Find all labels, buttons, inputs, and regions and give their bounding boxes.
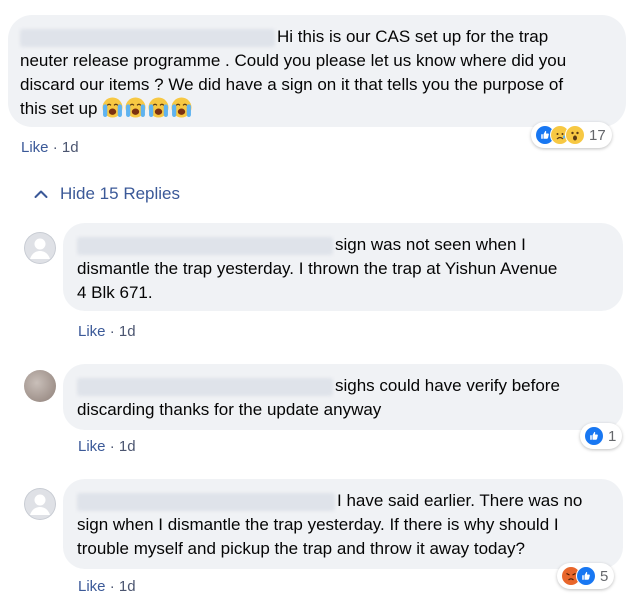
avatar[interactable] [24,232,56,264]
comment-actions: Like · 1d [21,139,79,156]
separator-dot: · [109,438,119,455]
crying-emoji-group [102,99,194,118]
like-button[interactable]: Like [78,578,106,595]
crying-face-icon [171,97,192,118]
hide-replies-toggle[interactable]: Hide 15 Replies [34,184,180,204]
reply-line-2: discarding thanks for the update anyway [77,400,382,419]
default-avatar-icon [24,488,56,520]
reply-time[interactable]: 1d [119,438,136,455]
reply-line-2: sign when I dismantle the trap yesterday… [77,515,559,534]
reply-line-2: dismantle the trap yesterday. I thrown t… [77,259,558,278]
reply-line-3: 4 Blk 671. [77,283,153,302]
like-button[interactable]: Like [21,139,49,156]
reply-bubble: sign was not seen when I dismantle the t… [63,223,623,311]
separator-dot: · [109,578,119,595]
author-name-redacted[interactable] [77,236,333,255]
hide-replies-label: Hide 15 Replies [60,184,181,203]
like-button[interactable]: Like [78,323,106,340]
comment-line-4: this set up [20,97,620,121]
comment-reactions[interactable]: 17 [531,122,612,148]
reply-actions: Like · 1d [78,438,136,455]
comment-line-1: Hi this is our CAS set up for the trap [20,25,620,49]
like-icon [584,426,604,446]
reply-time[interactable]: 1d [119,578,136,595]
author-name-redacted[interactable] [20,28,275,47]
author-name-redacted[interactable] [77,492,335,511]
separator-dot: · [109,323,119,340]
like-button[interactable]: Like [78,438,106,455]
crying-face-icon [125,97,146,118]
author-name-redacted[interactable] [77,377,333,396]
comment-line-3: discard our items ? We did have a sign o… [20,75,564,94]
avatar[interactable] [24,488,56,520]
comments-thread: Hi this is our CAS set up for the trap n… [0,0,640,609]
separator-dot: · [52,139,62,156]
reply-line-1: sighs could have verify before [77,374,617,398]
crying-face-icon [148,97,169,118]
wow-icon [565,125,585,145]
comment-bubble: Hi this is our CAS set up for the trap n… [8,15,626,127]
reply-bubble: I have said earlier. There was no sign w… [63,479,623,569]
reply-reactions[interactable]: 1 [580,423,623,449]
reply-line-1: sign was not seen when I [77,233,617,257]
reply-bubble: sighs could have verify before discardin… [63,364,623,430]
reply-time[interactable]: 1d [119,323,136,340]
crying-face-icon [102,97,123,118]
reply-actions: Like · 1d [78,323,136,340]
reply-reactions[interactable]: 5 [557,563,615,589]
comment-time[interactable]: 1d [62,139,79,156]
reply-actions: Like · 1d [78,578,136,595]
comment-line-2: neuter release programme . Could you ple… [20,51,567,70]
reply-line-3: trouble myself and pickup the trap and t… [77,539,525,558]
reply-line-1: I have said earlier. There was no [77,489,617,513]
avatar[interactable] [24,370,56,402]
reaction-count: 17 [589,126,606,144]
chevron-up-icon [34,190,48,198]
reaction-count: 5 [600,567,609,585]
default-avatar-icon [24,232,56,264]
like-icon [576,566,596,586]
reaction-count: 1 [608,427,617,445]
